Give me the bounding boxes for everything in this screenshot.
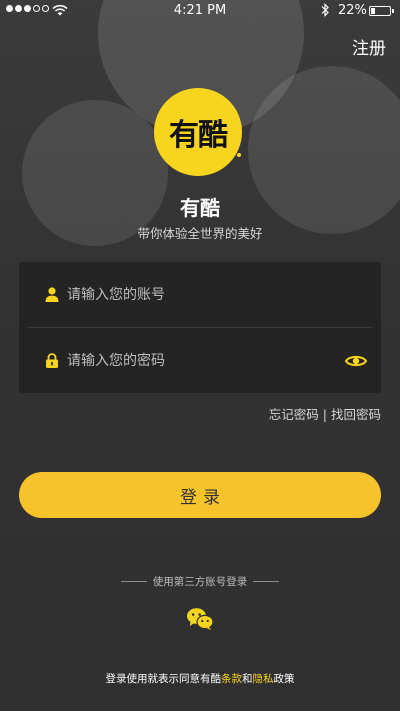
- agreement-text: 登录使用就表示同意有酷条款和隐私政策: [0, 671, 400, 686]
- password-help-links: 忘记密码 | 找回密码: [269, 404, 381, 423]
- login-button[interactable]: 登录: [19, 472, 381, 518]
- app-name: 有酷: [180, 196, 220, 220]
- register-link[interactable]: 注册: [352, 34, 386, 59]
- app-slogan: 带你体验全世界的美好: [137, 226, 263, 241]
- bluetooth-icon: [321, 3, 329, 17]
- status-bar: 4:21 PM 22%: [0, 0, 400, 22]
- terms-link[interactable]: 条款: [221, 673, 242, 685]
- app-logo: 有酷: [154, 88, 242, 176]
- battery-percent: 22%: [338, 3, 367, 18]
- user-icon: [45, 287, 59, 302]
- logo-spark: [237, 153, 241, 157]
- logo-text: 有酷: [169, 118, 228, 153]
- account-field: [19, 262, 381, 327]
- agreement-prefix: 登录使用就表示同意有酷: [105, 673, 222, 685]
- recover-password-link[interactable]: 找回密码: [331, 407, 381, 422]
- divider-line: [120, 581, 147, 582]
- wechat-icon[interactable]: [186, 607, 214, 631]
- forgot-password-link[interactable]: 忘记密码: [269, 407, 319, 422]
- agreement-suffix: 政策: [273, 673, 295, 685]
- account-input[interactable]: [67, 279, 327, 310]
- battery-level: [371, 8, 375, 14]
- battery-icon: [369, 6, 391, 16]
- link-separator: |: [318, 407, 331, 422]
- eye-icon[interactable]: [345, 354, 367, 368]
- agreement-conjunction: 和: [242, 673, 253, 685]
- password-input[interactable]: [67, 345, 327, 376]
- login-form: [19, 262, 381, 393]
- privacy-link[interactable]: 隐私: [253, 673, 274, 685]
- password-field: [19, 328, 381, 393]
- lock-icon: [46, 353, 58, 368]
- third-party-label: 使用第三方账号登录: [152, 576, 248, 588]
- divider-line: [253, 581, 280, 582]
- third-party-login: 使用第三方账号登录: [0, 574, 400, 589]
- battery-cap: [392, 9, 394, 13]
- login-screen: 4:21 PM 22% 注册 有酷 有酷 带你体验全世界的美好 请输入您的账号 …: [0, 0, 400, 711]
